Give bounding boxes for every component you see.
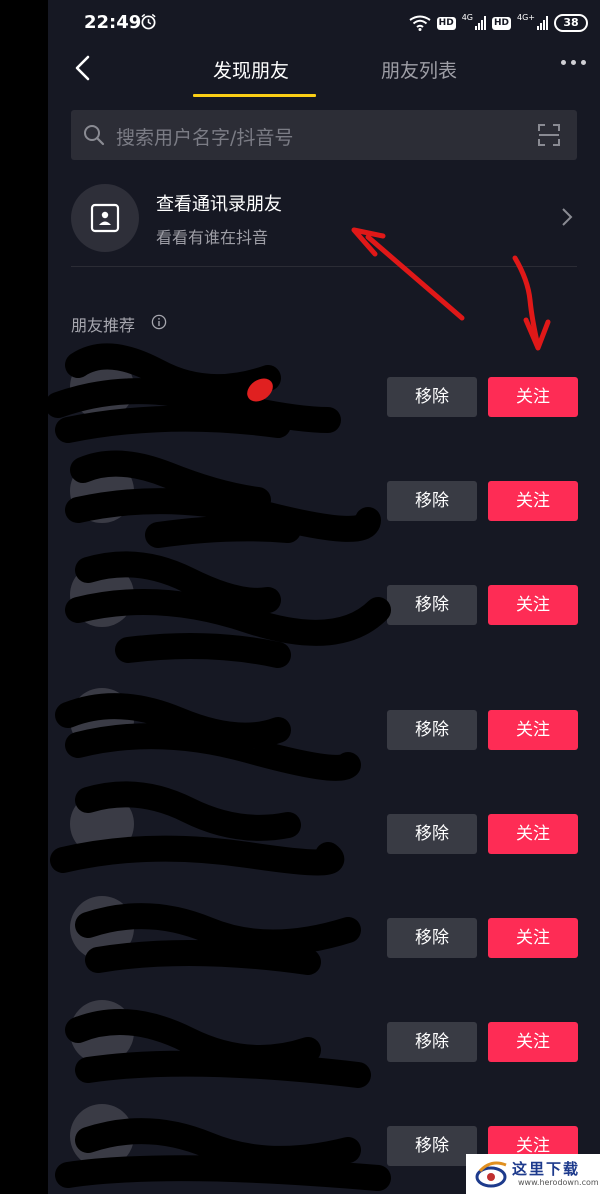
remove-button[interactable]: 移除	[387, 1022, 477, 1062]
watermark-logo: 这里下载 www.herodown.com	[466, 1154, 600, 1194]
list-item: 移除 关注	[48, 355, 600, 437]
left-black-strip	[0, 0, 48, 1194]
more-icon[interactable]	[561, 60, 586, 65]
avatar[interactable]	[70, 459, 134, 523]
follow-button[interactable]: 关注	[488, 377, 578, 417]
contacts-friends-entry[interactable]: 查看通讯录朋友 看看有谁在抖音	[71, 180, 577, 264]
contacts-subtitle: 看看有谁在抖音	[156, 228, 269, 247]
tab-indicator	[193, 94, 316, 97]
watermark-emblem-icon	[475, 1161, 507, 1188]
watermark-title: 这里下载	[512, 1160, 581, 1178]
follow-button[interactable]: 关注	[488, 710, 578, 750]
status-right: HD 4G HD 4G+ 38	[409, 12, 588, 34]
contacts-title: 查看通讯录朋友	[156, 194, 282, 215]
avatar[interactable]	[70, 688, 134, 752]
signal-icon	[474, 16, 486, 30]
user-name[interactable]	[148, 1014, 348, 1032]
remove-button[interactable]: 移除	[387, 918, 477, 958]
follow-button[interactable]: 关注	[488, 814, 578, 854]
contacts-book-icon	[90, 203, 120, 233]
signal-icon	[537, 16, 548, 30]
list-item: 移除 关注	[48, 563, 600, 645]
follow-button[interactable]: 关注	[488, 585, 578, 625]
avatar[interactable]	[70, 563, 134, 627]
avatar[interactable]	[70, 355, 134, 419]
follow-button[interactable]: 关注	[488, 918, 578, 958]
remove-button[interactable]: 移除	[387, 710, 477, 750]
tab-friend-list[interactable]: 朋友列表	[381, 56, 457, 83]
follow-button[interactable]: 关注	[488, 1022, 578, 1062]
user-name[interactable]	[148, 702, 348, 720]
avatar[interactable]	[70, 1000, 134, 1064]
user-name[interactable]	[148, 910, 348, 928]
app-screen: 22:49 HD 4G HD 4G+ 38 发现朋友 朋友列表 搜索用户名字/抖…	[48, 0, 600, 1194]
contacts-avatar	[71, 184, 139, 252]
remove-button[interactable]: 移除	[387, 481, 477, 521]
hd-badge: HD	[491, 16, 511, 30]
avatar[interactable]	[70, 1104, 134, 1168]
tab-discover-friends[interactable]: 发现朋友	[213, 56, 289, 83]
remove-button[interactable]: 移除	[387, 377, 477, 417]
list-item: 移除 关注	[48, 688, 600, 770]
avatar[interactable]	[70, 792, 134, 856]
list-item: 移除 关注	[48, 459, 600, 541]
hd-badge: HD	[436, 16, 456, 30]
user-name[interactable]	[148, 369, 348, 387]
battery-indicator: 38	[554, 14, 588, 32]
watermark-url: www.herodown.com	[518, 1178, 599, 1187]
network-label: 4G+	[517, 12, 535, 22]
user-name[interactable]	[148, 473, 348, 491]
network-label: 4G	[461, 12, 473, 22]
search-bar[interactable]: 搜索用户名字/抖音号	[71, 110, 577, 160]
user-name[interactable]	[148, 577, 348, 595]
avatar[interactable]	[70, 896, 134, 960]
info-icon[interactable]	[151, 314, 167, 330]
remove-button[interactable]: 移除	[387, 1126, 477, 1166]
scan-icon[interactable]	[537, 123, 561, 147]
wifi-icon	[409, 15, 431, 31]
search-icon	[84, 125, 105, 146]
list-item: 移除 关注	[48, 792, 600, 874]
follow-button[interactable]: 关注	[488, 481, 578, 521]
section-title: 朋友推荐	[71, 316, 136, 335]
back-icon[interactable]	[70, 54, 98, 82]
chevron-right-icon	[562, 208, 573, 226]
search-input[interactable]: 搜索用户名字/抖音号	[116, 123, 293, 150]
list-item: 移除 关注	[48, 1000, 600, 1082]
user-name[interactable]	[148, 1118, 348, 1136]
alarm-icon	[141, 13, 156, 30]
user-name[interactable]	[148, 806, 348, 824]
divider	[71, 266, 577, 267]
status-bar: 22:49 HD 4G HD 4G+ 38	[48, 0, 600, 48]
list-item: 移除 关注	[48, 896, 600, 978]
top-nav: 发现朋友 朋友列表	[48, 48, 600, 100]
remove-button[interactable]: 移除	[387, 585, 477, 625]
status-time: 22:49	[84, 12, 142, 33]
remove-button[interactable]: 移除	[387, 814, 477, 854]
